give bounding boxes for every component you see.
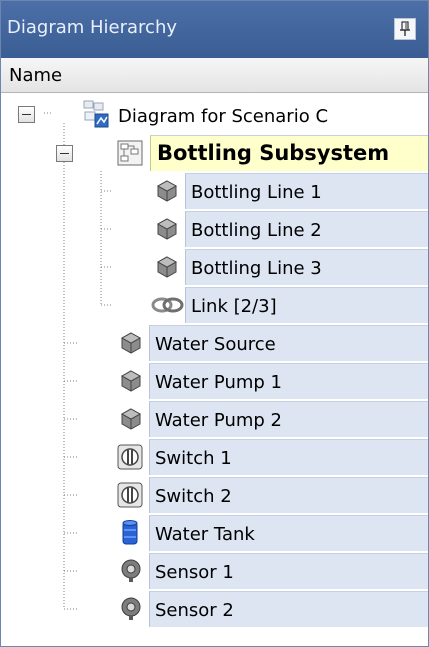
node-cell[interactable]: Bottling Line 2 xyxy=(185,211,428,247)
tree-node-sensor-2[interactable]: Sensor 2 xyxy=(1,590,428,628)
node-label: Link [2/3] xyxy=(191,296,277,317)
tank-icon xyxy=(121,519,145,545)
subsystem-label: Bottling Subsystem xyxy=(157,141,390,165)
node-label: Bottling Line 1 xyxy=(191,182,322,203)
subsystem-cell[interactable]: Bottling Subsystem xyxy=(150,135,428,171)
node-cell[interactable]: Water Tank xyxy=(149,515,428,551)
node-cell[interactable]: Link [2/3] xyxy=(185,287,428,323)
node-label: Sensor 1 xyxy=(155,562,234,583)
node-cell[interactable]: Water Pump 1 xyxy=(149,363,428,399)
cube-icon xyxy=(155,217,179,241)
cube-icon xyxy=(119,369,143,393)
cube-icon xyxy=(155,179,179,203)
tree-node-water-tank[interactable]: Water Tank xyxy=(1,514,428,552)
tree-node-switch-1[interactable]: Switch 1 xyxy=(1,438,428,476)
tree-node-bottling-line-2[interactable]: Bottling Line 2 xyxy=(1,210,428,248)
node-cell[interactable]: Switch 2 xyxy=(149,477,428,513)
tree-node-switch-2[interactable]: Switch 2 xyxy=(1,476,428,514)
node-label: Bottling Line 3 xyxy=(191,258,322,279)
node-label: Bottling Line 2 xyxy=(191,220,322,241)
cube-icon xyxy=(119,407,143,431)
sensor-icon xyxy=(119,558,143,582)
node-cell[interactable]: Sensor 1 xyxy=(149,553,428,589)
tree-node-link[interactable]: Link [2/3] xyxy=(1,286,428,324)
link-icon xyxy=(150,295,184,319)
node-cell[interactable]: Water Pump 2 xyxy=(149,401,428,437)
node-label: Switch 2 xyxy=(155,486,232,507)
switch-icon xyxy=(117,444,143,470)
node-label: Water Pump 1 xyxy=(155,372,283,393)
cube-icon xyxy=(119,331,143,355)
collapse-toggle[interactable] xyxy=(56,145,73,162)
collapse-toggle[interactable] xyxy=(18,106,35,123)
root-label: Diagram for Scenario C xyxy=(118,106,329,127)
tree-node-sensor-1[interactable]: Sensor 1 xyxy=(1,552,428,590)
node-cell[interactable]: Water Source xyxy=(149,325,428,361)
node-label: Water Pump 2 xyxy=(155,410,283,431)
node-cell[interactable]: Bottling Line 3 xyxy=(185,249,428,285)
node-label: Water Tank xyxy=(155,524,255,545)
tree-node-water-pump-2[interactable]: Water Pump 2 xyxy=(1,400,428,438)
sensor-icon xyxy=(119,596,143,620)
node-label: Sensor 2 xyxy=(155,600,234,621)
tree-node-subsystem[interactable]: Bottling Subsystem xyxy=(1,134,428,172)
node-label: Water Source xyxy=(155,334,276,355)
switch-icon xyxy=(117,482,143,508)
tree-node-water-source[interactable]: Water Source xyxy=(1,324,428,362)
diagram-icon xyxy=(83,100,109,128)
node-label: Switch 1 xyxy=(155,448,232,469)
cube-icon xyxy=(155,255,179,279)
diagram-hierarchy-panel: Diagram Hierarchy Name Diagram for Scena… xyxy=(0,0,429,647)
tree-node-root[interactable]: Diagram for Scenario C xyxy=(1,96,428,134)
tree-node-bottling-line-1[interactable]: Bottling Line 1 xyxy=(1,172,428,210)
tree-node-bottling-line-3[interactable]: Bottling Line 3 xyxy=(1,248,428,286)
tree-node-water-pump-1[interactable]: Water Pump 1 xyxy=(1,362,428,400)
subsystem-icon xyxy=(117,140,143,166)
node-cell[interactable]: Bottling Line 1 xyxy=(185,173,428,209)
node-cell[interactable]: Sensor 2 xyxy=(149,591,428,627)
node-cell[interactable]: Switch 1 xyxy=(149,439,428,475)
